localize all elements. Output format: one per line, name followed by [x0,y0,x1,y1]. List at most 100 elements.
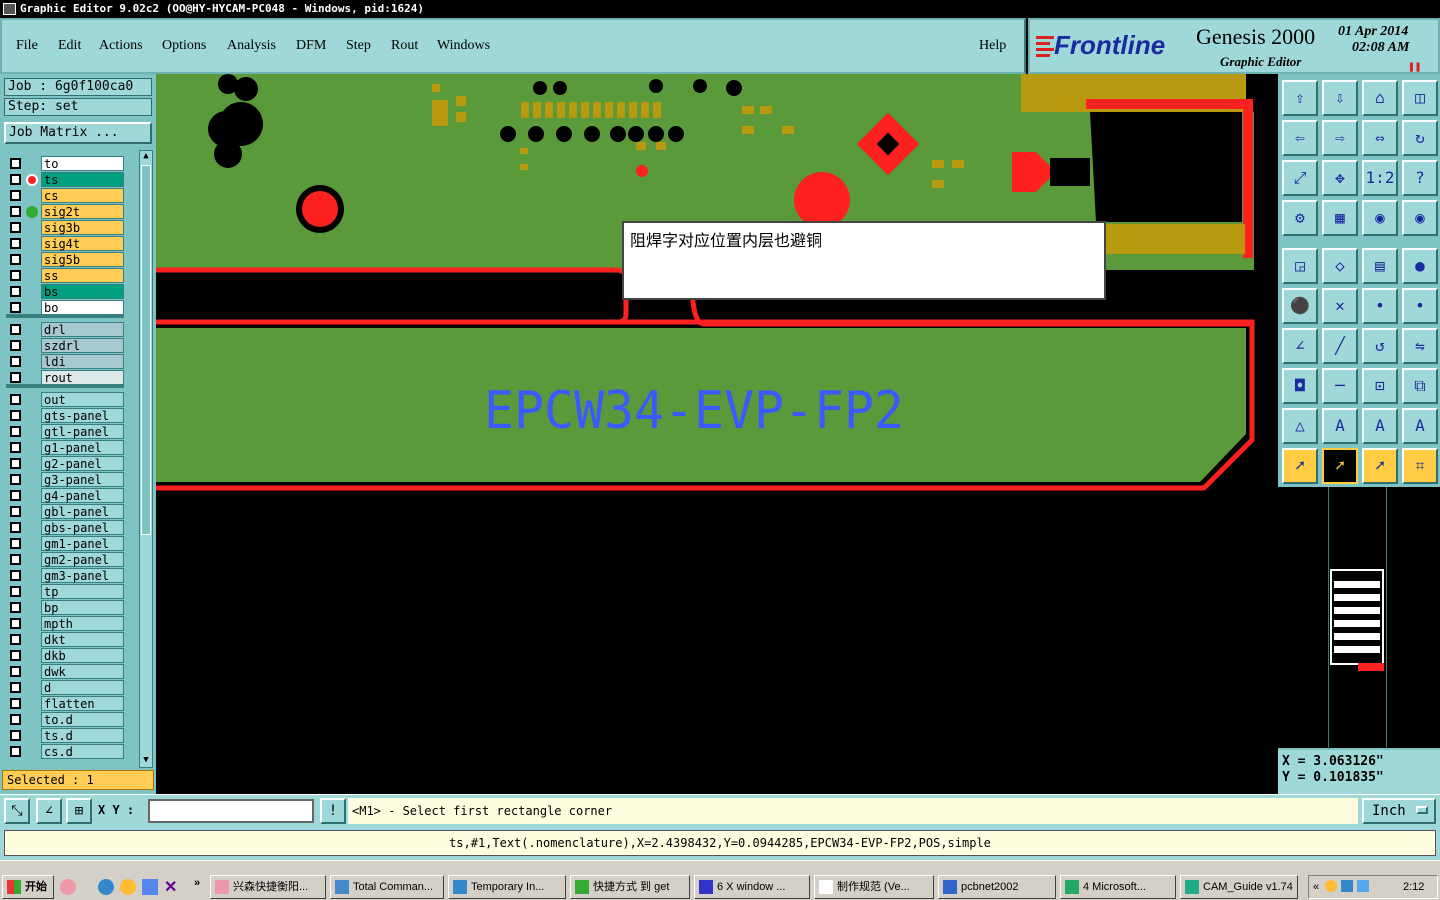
layer-checkbox[interactable] [10,474,21,485]
layer-row-gm3-panel[interactable]: gm3-panel [8,568,124,583]
layer-checkbox[interactable] [10,522,21,533]
layer-row-sig4t[interactable]: sig4t [8,236,124,251]
menu-options[interactable]: Options [162,38,206,54]
layer-name[interactable]: g3-panel [41,472,124,487]
layer-checkbox[interactable] [10,238,21,249]
layer-checkbox[interactable] [10,426,21,437]
layer-row-gts-panel[interactable]: gts-panel [8,408,124,423]
polygon-icon[interactable]: ◇ [1322,248,1358,284]
layer-row-bo[interactable]: bo [8,300,124,315]
dimension-icon[interactable]: ⊡ [1362,368,1398,404]
tray-chevron-icon[interactable]: « [1313,876,1319,898]
layer-checkbox[interactable] [10,586,21,597]
taskbar-item[interactable]: Total Comman... [330,875,444,899]
menu-edit[interactable]: Edit [58,38,81,54]
layer-row-gtl-panel[interactable]: gtl-panel [8,424,124,439]
layer-name[interactable]: cs [41,188,124,203]
taskbar-item[interactable]: 制作规范 (Ve... [814,875,934,899]
layer-row-sig3b[interactable]: sig3b [8,220,124,235]
flip-icon[interactable]: ⇋ [1402,328,1438,364]
layer-row-d[interactable]: d [8,680,124,695]
node-icon[interactable]: ⚫ [1282,288,1318,324]
layer-row-gm1-panel[interactable]: gm1-panel [8,536,124,551]
layer-scrollbar[interactable]: ▲ ▼ [139,150,153,768]
layer-name[interactable]: gts-panel [41,408,124,423]
layer-checkbox[interactable] [10,356,21,367]
layer-row-g3-panel[interactable]: g3-panel [8,472,124,487]
layer-row-ldi[interactable]: ldi [8,354,124,369]
zoom-box-icon[interactable]: ⤡ [4,798,30,824]
mirror-icon[interactable]: ⇔ [1362,120,1398,156]
layer-checkbox[interactable] [10,174,21,185]
layer-checkbox[interactable] [10,698,21,709]
layer-row-szdrl[interactable]: szdrl [8,338,124,353]
layer-name[interactable]: to [41,156,124,171]
layer-checkbox[interactable] [10,666,21,677]
rotate-icon[interactable]: ↻ [1402,120,1438,156]
layer-name[interactable]: rout [41,370,124,385]
layer-name[interactable]: gm1-panel [41,536,124,551]
layer-row-sig2t[interactable]: sig2t [8,204,124,219]
layer-checkbox[interactable] [10,254,21,265]
layer-name[interactable]: sig2t [41,204,124,219]
layer-name[interactable]: gbs-panel [41,520,124,535]
scale-icon[interactable]: 1:2 [1362,160,1398,196]
layer-checkbox[interactable] [10,490,21,501]
network-icon[interactable] [1357,880,1369,892]
layer-row-rout[interactable]: rout [8,370,124,385]
layer-row-gm2-panel[interactable]: gm2-panel [8,552,124,567]
fit-icon[interactable]: ⤢ [1282,160,1318,196]
layer-checkbox[interactable] [10,746,21,757]
menu-file[interactable]: File [16,38,38,54]
app-icon[interactable] [60,879,76,895]
layer-name[interactable]: ss [41,268,124,283]
clock[interactable]: 2:12 [1403,876,1424,898]
pause-icon[interactable]: ❚❚ [1408,60,1421,73]
layers-icon[interactable]: ◉ [1362,200,1398,236]
layer-checkbox[interactable] [10,302,21,313]
select-active-icon[interactable]: ➚ [1322,448,1358,484]
layer-row-ts[interactable]: ts [8,172,124,187]
layer-checkbox[interactable] [10,730,21,741]
scroll-down-icon[interactable]: ▼ [140,755,152,767]
layer-row-out[interactable]: out [8,392,124,407]
units-select[interactable]: Inch [1362,798,1436,824]
grid-icon[interactable]: ⊞ [66,798,92,824]
layer-name[interactable]: out [41,392,124,407]
menu-help[interactable]: Help [979,38,1006,54]
layer-checkbox[interactable] [10,410,21,421]
ruler-icon[interactable]: ▤ [1362,248,1398,284]
clock-app-icon[interactable] [120,879,136,895]
angle-icon[interactable]: ∠ [1282,328,1318,364]
taskbar-item[interactable]: 4 Microsoft... [1060,875,1176,899]
menu-windows[interactable]: Windows [437,38,490,54]
layer-row-cs.d[interactable]: cs.d [8,744,124,759]
layer-name[interactable]: bs [41,284,124,299]
layer-row-cs[interactable]: cs [8,188,124,203]
window-icon[interactable]: ◫ [1402,80,1438,116]
layer-row-dwk[interactable]: dwk [8,664,124,679]
route-icon[interactable]: ⌗ [1402,448,1438,484]
export-icon[interactable]: ⇩ [1322,80,1358,116]
point-icon[interactable]: • [1362,288,1398,324]
layer-name[interactable]: tp [41,584,124,599]
center-icon[interactable]: ✥ [1322,160,1358,196]
layer-name[interactable]: mpth [41,616,124,631]
layer-name[interactable]: d [41,680,124,695]
layer-checkbox[interactable] [10,506,21,517]
layer-row-flatten[interactable]: flatten [8,696,124,711]
measure-icon[interactable]: ⚙ [1282,200,1318,236]
home-icon[interactable]: ⌂ [1362,80,1398,116]
layer-name[interactable]: szdrl [41,338,124,353]
snap-point-icon[interactable]: • [1402,288,1438,324]
ie-icon[interactable] [98,879,114,895]
layer-row-to[interactable]: to [8,156,124,171]
tray-icon[interactable] [1341,880,1353,892]
help-icon[interactable]: ? [1402,160,1438,196]
pointer-icon[interactable]: ➚ [1282,448,1318,484]
tray-icon[interactable] [1325,880,1337,892]
layers-alt-icon[interactable]: ◉ [1402,200,1438,236]
info-icon[interactable]: ! [320,798,346,824]
layer-name[interactable]: flatten [41,696,124,711]
minus-icon[interactable]: ─ [1322,368,1358,404]
